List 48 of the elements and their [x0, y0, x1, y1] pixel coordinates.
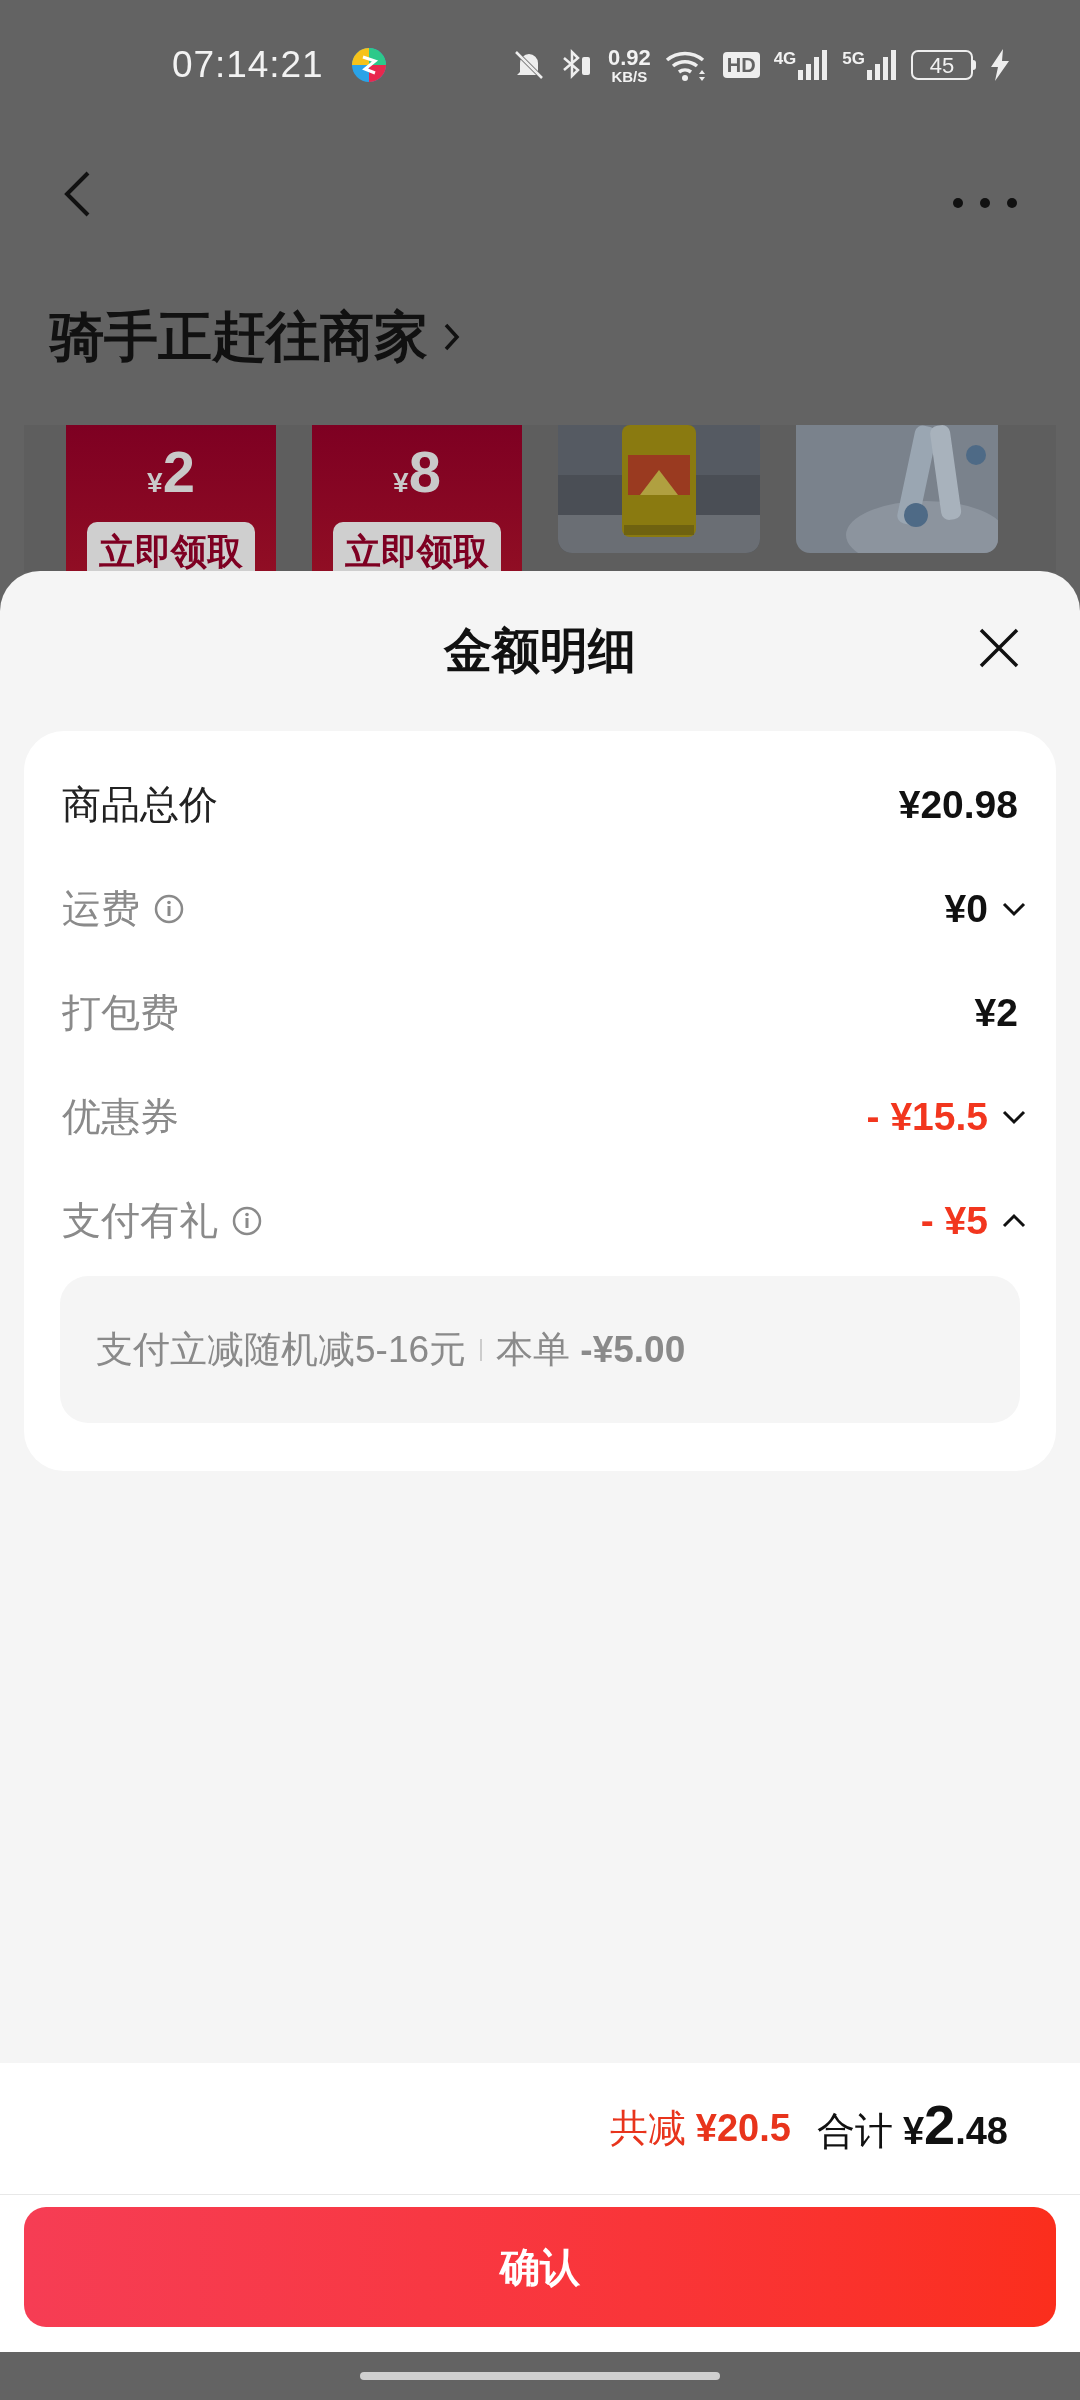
claim-button[interactable]: 立即领取 [333, 522, 501, 572]
currency-sign: ¥ [393, 467, 409, 500]
signal-icon [867, 50, 897, 80]
row-amount: ¥20.98 [898, 781, 1018, 828]
close-button[interactable] [978, 627, 1020, 669]
currency-sign: ¥ [147, 467, 163, 500]
speed-unit: KB/S [611, 68, 648, 84]
confirm-button[interactable]: 确认 [24, 2207, 1056, 2327]
signal-icon [798, 50, 829, 80]
total-integer: 2 [924, 2097, 956, 2153]
row-amount: - ¥5 [920, 1197, 988, 1244]
coupon-amount: 2 [162, 443, 195, 501]
row-label: 优惠券 [62, 1093, 179, 1140]
row-label: 运费 [62, 885, 140, 932]
back-button[interactable] [62, 169, 92, 219]
total-label: 合计 [816, 2109, 893, 2154]
info-icon[interactable] [154, 894, 184, 924]
row-label: 支付有礼 [62, 1197, 218, 1244]
total-decimal: .48 [955, 2109, 1008, 2154]
page-title: 骑手正赶往商家 [50, 305, 428, 368]
savings-label: 共减 [609, 2106, 686, 2151]
more-button[interactable] [952, 197, 1018, 209]
network-speed: 0.92 [607, 46, 651, 69]
coupon-card[interactable]: ¥2 立即领取 [66, 425, 276, 572]
hd-badge: HD [722, 52, 760, 78]
currency-sign: ¥ [902, 2110, 924, 2154]
chevron-down-icon[interactable] [1002, 1109, 1026, 1125]
chevron-down-icon[interactable] [1002, 901, 1026, 917]
chevron-up-icon[interactable] [1002, 1213, 1026, 1229]
row-amount: ¥2 [974, 989, 1018, 1036]
battery-level: 45 [911, 50, 973, 80]
app-icon [351, 47, 388, 83]
info-icon[interactable] [232, 1206, 262, 1236]
row-label: 商品总价 [62, 781, 218, 828]
row-amount: ¥0 [944, 885, 988, 932]
chevron-right-icon [444, 322, 460, 351]
network-type: 5G [842, 50, 865, 67]
clock-time: 07:14:21 [172, 43, 324, 88]
row-label: 打包费 [62, 989, 179, 1036]
coupon-card[interactable]: ¥8 立即领取 [312, 425, 522, 572]
network-type: 4G [773, 50, 797, 67]
claim-button[interactable]: 立即领取 [87, 522, 255, 572]
order-discount: 本单 -¥5.00 [496, 1327, 686, 1372]
promo-rule: 支付立减随机减5-16元 [96, 1327, 467, 1372]
sheet-title: 金额明细 [444, 623, 636, 679]
coupon-amount: 8 [408, 443, 441, 501]
savings-amount: ¥20.5 [695, 2106, 791, 2151]
row-amount: - ¥15.5 [866, 1093, 988, 1140]
